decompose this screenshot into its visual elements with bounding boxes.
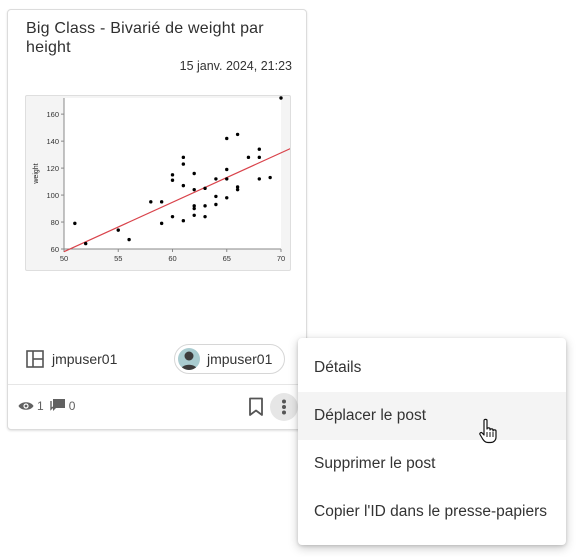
menu-item-details[interactable]: Détails (298, 344, 566, 392)
data-point (257, 155, 261, 160)
eye-icon (18, 401, 34, 410)
data-point (181, 162, 186, 166)
data-point (257, 147, 261, 151)
comment-icon (49, 399, 65, 411)
post-stats: 1 0 (18, 398, 81, 413)
data-point (192, 187, 196, 192)
data-point (214, 202, 218, 207)
data-point (181, 218, 186, 223)
x-tick-label: 70 (277, 254, 285, 263)
scatter-chart: 60 80 100 120 140 160 50 55 60 65 70 weight (33, 96, 290, 263)
more-options-button[interactable] (270, 393, 298, 421)
data-point (279, 96, 283, 100)
context-menu: Détails Déplacer le post Supprimer le po… (298, 338, 566, 545)
data-point (159, 221, 164, 226)
data-point (268, 175, 272, 180)
data-point (73, 221, 77, 226)
comments-count: 0 (68, 398, 76, 413)
x-tick-label: 65 (223, 254, 231, 263)
author-row: jmpuser01 (26, 347, 117, 371)
chart-thumbnail[interactable]: 60 80 100 120 140 160 50 55 60 65 70 weight (25, 95, 291, 271)
data-point (214, 194, 218, 199)
data-point (203, 204, 207, 208)
post-card[interactable]: Big Class - Bivarié de weight par height… (7, 9, 307, 430)
y-tick-label: 60 (51, 245, 59, 254)
data-point (170, 214, 175, 219)
user-chip[interactable]: jmpuser01 (174, 344, 286, 374)
data-point (127, 237, 131, 242)
y-axis-label: weight (33, 163, 40, 184)
avatar (178, 348, 200, 370)
card-divider (8, 384, 306, 385)
y-tick-label: 80 (51, 218, 59, 227)
data-point (225, 167, 229, 172)
data-point (181, 183, 186, 188)
data-point (84, 241, 88, 246)
post-date: 15 janv. 2024, 21:23 (179, 59, 292, 73)
y-tick-label: 100 (46, 191, 59, 200)
user-chip-label: jmpuser01 (207, 351, 273, 367)
bookmark-button[interactable] (248, 397, 264, 417)
x-tick-label: 55 (114, 254, 122, 263)
data-point (170, 173, 175, 177)
data-point (149, 200, 153, 204)
author-label: jmpuser01 (52, 351, 118, 367)
data-point (116, 228, 120, 232)
data-point (192, 171, 196, 176)
data-point (159, 200, 164, 204)
y-tick-label: 160 (46, 110, 59, 119)
data-point (203, 186, 207, 191)
data-point (235, 132, 240, 137)
menu-item-move-post[interactable]: Déplacer le post (298, 392, 566, 440)
post-title[interactable]: Big Class - Bivarié de weight par height (26, 19, 296, 57)
user-avatar-icon (181, 351, 197, 370)
menu-item-copy-id[interactable]: Copier l'ID dans le presse-papiers (298, 488, 566, 536)
data-point (181, 155, 186, 160)
data-point (225, 196, 229, 200)
bookmark-icon (249, 397, 263, 416)
data-point (192, 213, 196, 217)
more-vertical-icon (282, 399, 286, 415)
data-point (246, 155, 251, 160)
data-point (257, 177, 261, 181)
data-point (235, 187, 240, 192)
y-tick-label: 140 (46, 137, 59, 146)
data-point (225, 177, 229, 181)
menu-item-delete-post[interactable]: Supprimer le post (298, 440, 566, 488)
x-tick-label: 60 (168, 254, 176, 263)
hand-pointer-cursor-icon (479, 418, 497, 444)
data-point (225, 136, 229, 141)
views-count: 1 (37, 398, 44, 413)
data-point (192, 206, 196, 211)
data-point (214, 177, 218, 181)
data-point (203, 214, 207, 219)
x-tick-label: 50 (60, 254, 68, 263)
layout-icon (26, 350, 44, 368)
y-tick-label: 120 (46, 164, 59, 173)
data-point (170, 178, 175, 182)
